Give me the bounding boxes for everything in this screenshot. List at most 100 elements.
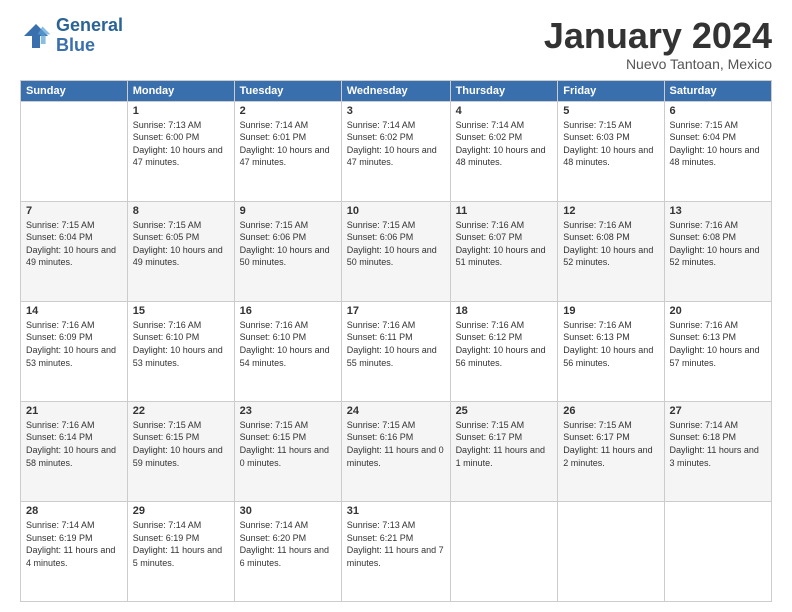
calendar-cell: 20 Sunrise: 7:16 AMSunset: 6:13 PMDayligh… xyxy=(664,301,772,401)
calendar-cell xyxy=(450,501,558,601)
day-info: Sunrise: 7:16 AMSunset: 6:08 PMDaylight:… xyxy=(670,219,767,269)
calendar-cell: 29Sunrise: 7:14 AMSunset: 6:19 PMDayligh… xyxy=(127,501,234,601)
day-number: 17 xyxy=(347,305,445,317)
day-number: 23 xyxy=(240,405,336,417)
day-info: Sunrise: 7:13 AMSunset: 6:00 PMDaylight:… xyxy=(133,119,229,169)
day-number: 11 xyxy=(456,205,553,217)
day-info: Sunrise: 7:16 AMSunset: 6:07 PMDaylight:… xyxy=(456,219,553,269)
day-number: 18 xyxy=(456,305,553,317)
day-number: 27 xyxy=(670,405,767,417)
calendar-week-0: 1 Sunrise: 7:13 AMSunset: 6:00 PMDaylight… xyxy=(21,101,772,201)
calendar-cell: 7 Sunrise: 7:15 AMSunset: 6:04 PMDaylight… xyxy=(21,201,128,301)
calendar-cell: 15Sunrise: 7:16 AMSunset: 6:10 PMDayligh… xyxy=(127,301,234,401)
day-number: 1 xyxy=(133,105,229,117)
calendar-cell: 16 Sunrise: 7:16 AMSunset: 6:10 PMDayligh… xyxy=(234,301,341,401)
calendar-cell: 10 Sunrise: 7:15 AMSunset: 6:06 PMDayligh… xyxy=(341,201,450,301)
day-number: 3 xyxy=(347,105,445,117)
col-saturday: Saturday xyxy=(664,80,772,101)
day-number: 10 xyxy=(347,205,445,217)
day-info: Sunrise: 7:15 AMSunset: 6:15 PMDaylight:… xyxy=(240,419,336,469)
calendar-cell: 23 Sunrise: 7:15 AMSunset: 6:15 PMDayligh… xyxy=(234,401,341,501)
day-number: 13 xyxy=(670,205,767,217)
day-number: 26 xyxy=(563,405,658,417)
calendar-cell xyxy=(21,101,128,201)
day-number: 6 xyxy=(670,105,767,117)
calendar-cell: 30Sunrise: 7:14 AMSunset: 6:20 PMDayligh… xyxy=(234,501,341,601)
day-info: Sunrise: 7:15 AMSunset: 6:04 PMDaylight:… xyxy=(26,219,122,269)
calendar-cell: 24Sunrise: 7:15 AMSunset: 6:16 PMDayligh… xyxy=(341,401,450,501)
day-number: 25 xyxy=(456,405,553,417)
day-info: Sunrise: 7:14 AMSunset: 6:02 PMDaylight:… xyxy=(347,119,445,169)
day-number: 22 xyxy=(133,405,229,417)
day-info: Sunrise: 7:14 AMSunset: 6:19 PMDaylight:… xyxy=(26,519,122,569)
day-info: Sunrise: 7:14 AMSunset: 6:19 PMDaylight:… xyxy=(133,519,229,569)
day-number: 20 xyxy=(670,305,767,317)
day-number: 24 xyxy=(347,405,445,417)
day-info: Sunrise: 7:16 AMSunset: 6:14 PMDaylight:… xyxy=(26,419,122,469)
calendar-week-4: 28 Sunrise: 7:14 AMSunset: 6:19 PMDayligh… xyxy=(21,501,772,601)
day-number: 4 xyxy=(456,105,553,117)
calendar-cell: 27 Sunrise: 7:14 AMSunset: 6:18 PMDayligh… xyxy=(664,401,772,501)
calendar-week-3: 21 Sunrise: 7:16 AMSunset: 6:14 PMDayligh… xyxy=(21,401,772,501)
month-title: January 2024 xyxy=(544,16,772,56)
day-number: 14 xyxy=(26,305,122,317)
day-number: 9 xyxy=(240,205,336,217)
day-number: 7 xyxy=(26,205,122,217)
day-info: Sunrise: 7:15 AMSunset: 6:17 PMDaylight:… xyxy=(563,419,658,469)
subtitle: Nuevo Tantoan, Mexico xyxy=(544,56,772,72)
calendar-week-1: 7 Sunrise: 7:15 AMSunset: 6:04 PMDaylight… xyxy=(21,201,772,301)
day-number: 8 xyxy=(133,205,229,217)
calendar-cell: 28 Sunrise: 7:14 AMSunset: 6:19 PMDayligh… xyxy=(21,501,128,601)
calendar-cell: 25Sunrise: 7:15 AMSunset: 6:17 PMDayligh… xyxy=(450,401,558,501)
header: General Blue January 2024 Nuevo Tantoan,… xyxy=(20,16,772,72)
day-info: Sunrise: 7:14 AMSunset: 6:18 PMDaylight:… xyxy=(670,419,767,469)
calendar-cell: 26 Sunrise: 7:15 AMSunset: 6:17 PMDayligh… xyxy=(558,401,664,501)
day-number: 28 xyxy=(26,505,122,517)
day-number: 21 xyxy=(26,405,122,417)
day-info: Sunrise: 7:14 AMSunset: 6:01 PMDaylight:… xyxy=(240,119,336,169)
logo-line1: General xyxy=(56,15,123,35)
calendar-cell: 5 Sunrise: 7:15 AMSunset: 6:03 PMDaylight… xyxy=(558,101,664,201)
calendar-cell: 6Sunrise: 7:15 AMSunset: 6:04 PMDaylight… xyxy=(664,101,772,201)
day-number: 31 xyxy=(347,505,445,517)
day-info: Sunrise: 7:15 AMSunset: 6:06 PMDaylight:… xyxy=(240,219,336,269)
col-wednesday: Wednesday xyxy=(341,80,450,101)
day-info: Sunrise: 7:14 AMSunset: 6:20 PMDaylight:… xyxy=(240,519,336,569)
calendar-cell: 9 Sunrise: 7:15 AMSunset: 6:06 PMDaylight… xyxy=(234,201,341,301)
logo-line2: Blue xyxy=(56,35,95,55)
calendar-cell xyxy=(664,501,772,601)
calendar-cell: 8 Sunrise: 7:15 AMSunset: 6:05 PMDaylight… xyxy=(127,201,234,301)
day-info: Sunrise: 7:13 AMSunset: 6:21 PMDaylight:… xyxy=(347,519,445,569)
logo-icon xyxy=(20,20,52,52)
col-friday: Friday xyxy=(558,80,664,101)
day-number: 15 xyxy=(133,305,229,317)
day-info: Sunrise: 7:16 AMSunset: 6:10 PMDaylight:… xyxy=(240,319,336,369)
calendar-week-2: 14 Sunrise: 7:16 AMSunset: 6:09 PMDayligh… xyxy=(21,301,772,401)
calendar-cell: 13 Sunrise: 7:16 AMSunset: 6:08 PMDayligh… xyxy=(664,201,772,301)
calendar-cell: 2Sunrise: 7:14 AMSunset: 6:01 PMDaylight… xyxy=(234,101,341,201)
day-info: Sunrise: 7:16 AMSunset: 6:13 PMDaylight:… xyxy=(563,319,658,369)
calendar-cell: 22 Sunrise: 7:15 AMSunset: 6:15 PMDayligh… xyxy=(127,401,234,501)
day-info: Sunrise: 7:16 AMSunset: 6:13 PMDaylight:… xyxy=(670,319,767,369)
calendar-cell: 1 Sunrise: 7:13 AMSunset: 6:00 PMDaylight… xyxy=(127,101,234,201)
header-row: Sunday Monday Tuesday Wednesday Thursday… xyxy=(21,80,772,101)
day-number: 16 xyxy=(240,305,336,317)
calendar-cell: 12Sunrise: 7:16 AMSunset: 6:08 PMDayligh… xyxy=(558,201,664,301)
day-info: Sunrise: 7:16 AMSunset: 6:09 PMDaylight:… xyxy=(26,319,122,369)
calendar-cell: 19Sunrise: 7:16 AMSunset: 6:13 PMDayligh… xyxy=(558,301,664,401)
calendar-table: Sunday Monday Tuesday Wednesday Thursday… xyxy=(20,80,772,602)
page: General Blue January 2024 Nuevo Tantoan,… xyxy=(0,0,792,612)
day-info: Sunrise: 7:15 AMSunset: 6:15 PMDaylight:… xyxy=(133,419,229,469)
col-sunday: Sunday xyxy=(21,80,128,101)
day-info: Sunrise: 7:14 AMSunset: 6:02 PMDaylight:… xyxy=(456,119,553,169)
day-info: Sunrise: 7:15 AMSunset: 6:06 PMDaylight:… xyxy=(347,219,445,269)
calendar-cell: 11 Sunrise: 7:16 AMSunset: 6:07 PMDayligh… xyxy=(450,201,558,301)
calendar-cell: 3 Sunrise: 7:14 AMSunset: 6:02 PMDaylight… xyxy=(341,101,450,201)
calendar-cell: 14 Sunrise: 7:16 AMSunset: 6:09 PMDayligh… xyxy=(21,301,128,401)
day-info: Sunrise: 7:15 AMSunset: 6:05 PMDaylight:… xyxy=(133,219,229,269)
day-info: Sunrise: 7:15 AMSunset: 6:03 PMDaylight:… xyxy=(563,119,658,169)
day-number: 5 xyxy=(563,105,658,117)
calendar-cell: 17Sunrise: 7:16 AMSunset: 6:11 PMDayligh… xyxy=(341,301,450,401)
day-info: Sunrise: 7:16 AMSunset: 6:12 PMDaylight:… xyxy=(456,319,553,369)
day-number: 12 xyxy=(563,205,658,217)
